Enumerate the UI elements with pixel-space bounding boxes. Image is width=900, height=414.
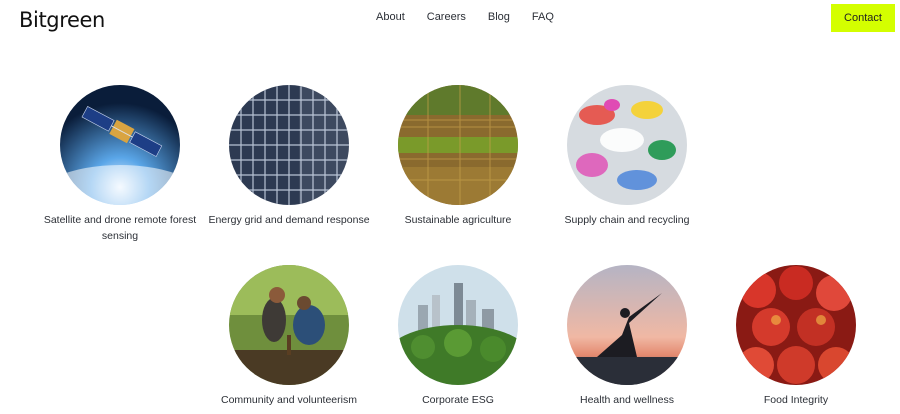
city-park-image: [398, 265, 518, 385]
satellite-image: [60, 85, 180, 205]
use-case-food[interactable]: Food Integrity: [711, 265, 881, 408]
brand-logo[interactable]: Bitgreen: [19, 8, 105, 32]
use-case-label: Corporate ESG: [422, 394, 494, 406]
use-case-label: Community and volunteerism: [221, 394, 357, 406]
farmland-image: [398, 85, 518, 205]
apples-image: [736, 265, 856, 385]
use-case-label: Satellite and drone remote forest sensin…: [43, 214, 197, 242]
use-case-agriculture[interactable]: Sustainable agriculture: [373, 85, 543, 228]
nav-faq[interactable]: FAQ: [532, 11, 554, 23]
nav-about[interactable]: About: [376, 11, 405, 23]
nav-blog[interactable]: Blog: [488, 11, 510, 23]
main-nav: About Careers Blog FAQ: [376, 11, 576, 23]
use-case-health[interactable]: Health and wellness: [542, 265, 712, 408]
yoga-image: [567, 265, 687, 385]
use-case-label: Sustainable agriculture: [404, 214, 512, 226]
use-case-label: Health and wellness: [580, 394, 674, 406]
tree-planting-image: [229, 265, 349, 385]
plastic-waste-image: [567, 85, 687, 205]
solar-panel-image: [229, 85, 349, 205]
use-case-label: Supply chain and recycling: [564, 214, 690, 226]
use-case-esg[interactable]: Corporate ESG: [373, 265, 543, 408]
use-case-label: Food Integrity: [763, 394, 829, 406]
use-case-energy[interactable]: Energy grid and demand response: [204, 85, 374, 228]
nav-careers[interactable]: Careers: [427, 11, 466, 23]
use-case-label: Energy grid and demand response: [208, 214, 370, 226]
use-case-satellite[interactable]: Satellite and drone remote forest sensin…: [35, 85, 205, 244]
use-case-supply-chain[interactable]: Supply chain and recycling: [542, 85, 712, 228]
contact-button[interactable]: Contact: [831, 4, 895, 32]
use-case-community[interactable]: Community and volunteerism: [204, 265, 374, 408]
